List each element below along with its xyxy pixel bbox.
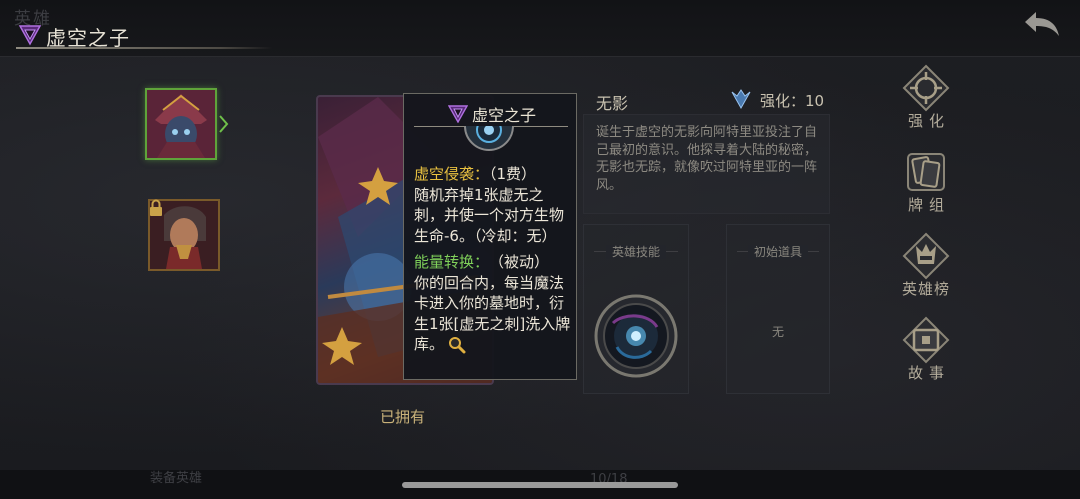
owned-label: 已拥有 bbox=[380, 408, 426, 426]
lore-box: 诞生于虚空的无影向阿特里亚投注了自己最初的意识。他探寻着大陆的秘密，无影也无踪，… bbox=[583, 114, 830, 214]
enhance-level: 强化：10 bbox=[760, 92, 825, 110]
void-faction-icon bbox=[18, 25, 42, 46]
deck-button[interactable]: 牌组 bbox=[896, 148, 956, 218]
selected-arrow-icon bbox=[219, 115, 229, 133]
enhance-crest-icon bbox=[731, 89, 751, 110]
deck-icon bbox=[907, 153, 945, 191]
home-indicator[interactable] bbox=[402, 482, 678, 488]
starting-item-panel: 初始道具 无 bbox=[726, 224, 830, 394]
starting-item-title: 初始道具 bbox=[747, 245, 808, 259]
enhance-icon bbox=[902, 64, 950, 112]
story-book-icon bbox=[902, 316, 950, 364]
hero-portrait-void-child bbox=[147, 90, 215, 158]
hero-skill-icon[interactable] bbox=[593, 293, 679, 379]
skill-1-name: 虚空侵袭： bbox=[414, 165, 490, 183]
tooltip-body: 虚空侵袭：（1费） 随机弃掉1张虚无之刺，并使一个对方生物生命-6。（冷却：无）… bbox=[414, 164, 572, 355]
tooltip-title-box: 虚空之子 bbox=[414, 100, 568, 127]
hero-name: 无影 bbox=[596, 94, 629, 113]
hero-slot-void-child[interactable] bbox=[145, 88, 229, 160]
skill-2-tag: （被动） bbox=[489, 253, 550, 271]
skill-2-desc: 你的回合内，每当魔法卡进入你的墓地时，衍生1张[虚无之刺]洗入牌库。 bbox=[414, 273, 571, 354]
hero-ranking-label: 英雄榜 bbox=[901, 280, 950, 298]
lock-icon bbox=[150, 199, 162, 216]
story-label: 故事 bbox=[907, 364, 950, 382]
enhance-button[interactable]: 强化 bbox=[896, 64, 956, 134]
bottom-ghost-label: 装备英雄 bbox=[150, 471, 203, 486]
top-bar: 英雄 虚空之子 bbox=[0, 0, 1080, 57]
hero-ranking-button[interactable]: 英雄榜 bbox=[896, 232, 956, 302]
skill-tooltip: 虚空之子 虚空侵袭：（1费） 随机弃掉1张虚无之刺，并使一个对方生物生命-6。（… bbox=[403, 93, 577, 380]
hero-skill-panel: 英雄技能 bbox=[583, 224, 689, 394]
skill-emblem-icon bbox=[464, 126, 514, 151]
deck-label: 牌组 bbox=[907, 196, 950, 214]
skill-1-tag: （1费） bbox=[489, 165, 537, 183]
story-button[interactable]: 故事 bbox=[896, 316, 956, 386]
enhance-label: 强化 bbox=[907, 112, 950, 130]
skill-2-name: 能量转换： bbox=[414, 253, 490, 271]
tooltip-title: 虚空之子 bbox=[472, 106, 537, 125]
starting-item-value: 无 bbox=[771, 325, 784, 339]
panel-title-wrap: 英雄技能 bbox=[584, 241, 688, 260]
hero-slot-locked[interactable] bbox=[148, 199, 220, 271]
magnify-icon[interactable] bbox=[448, 336, 466, 354]
back-arrow-icon[interactable] bbox=[1022, 8, 1062, 40]
panel-title-wrap: 初始道具 bbox=[727, 241, 829, 260]
ranking-helmet-icon bbox=[902, 232, 950, 280]
title-underline bbox=[16, 47, 272, 49]
void-faction-icon bbox=[448, 105, 468, 123]
skill-1-desc: 随机弃掉1张虚无之刺，并使一个对方生物生命-6。（冷却：无） bbox=[414, 185, 565, 245]
lore-text: 诞生于虚空的无影向阿特里亚投注了自己最初的意识。他探寻着大陆的秘密，无影也无踪，… bbox=[596, 125, 818, 193]
hero-skill-title: 英雄技能 bbox=[605, 245, 666, 259]
